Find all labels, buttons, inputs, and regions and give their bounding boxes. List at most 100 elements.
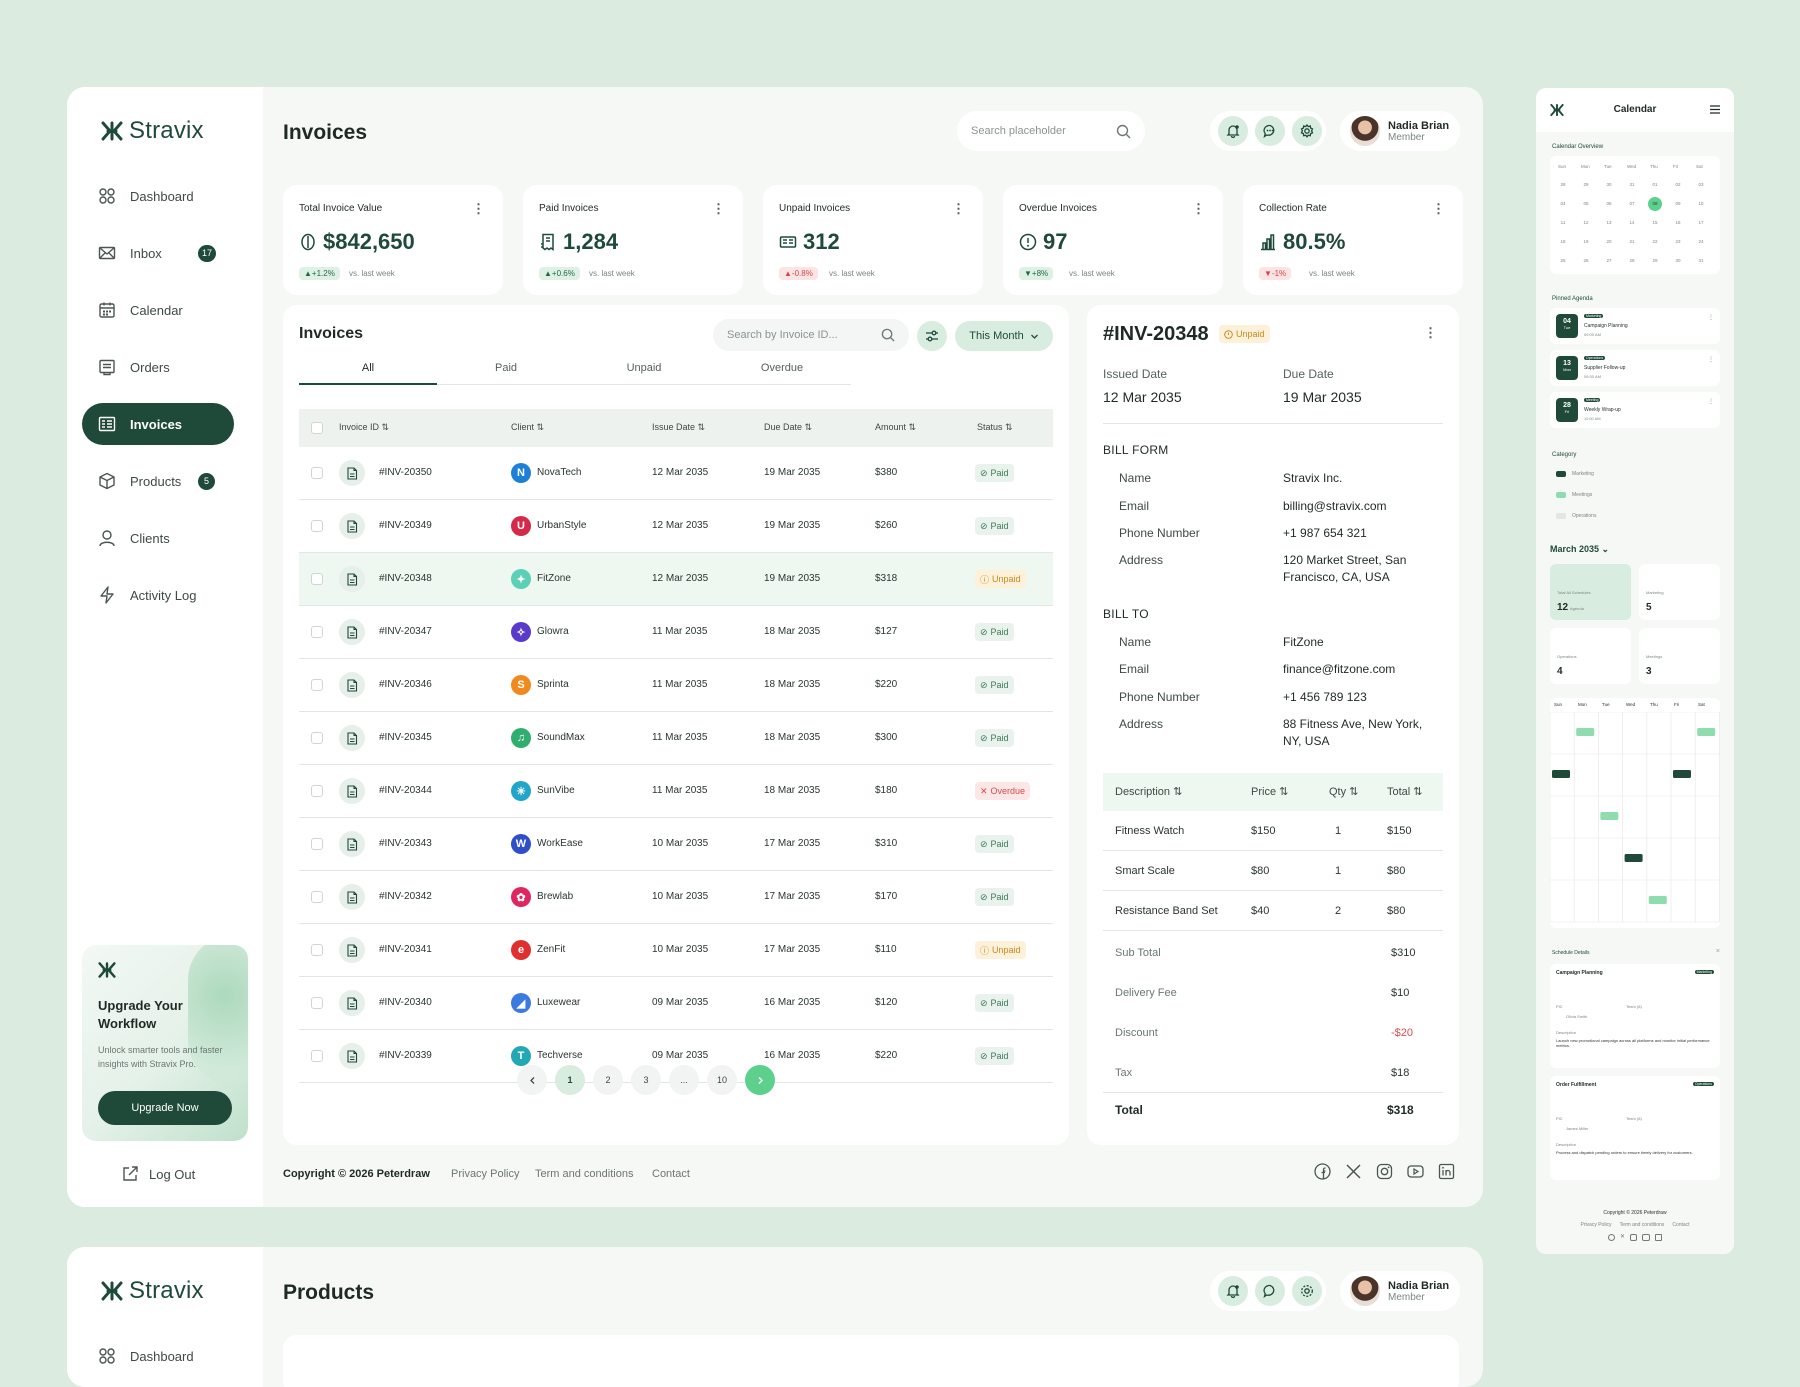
col-issue-date[interactable]: Issue Date ⇅ (652, 422, 705, 433)
tab-all[interactable]: All (299, 359, 437, 385)
day-cell[interactable]: 23 (1671, 235, 1685, 249)
footer-link-contact[interactable]: Contact (652, 1168, 690, 1180)
more-options-icon[interactable]: ⋮ (952, 201, 965, 217)
day-cell[interactable]: 15 (1648, 216, 1662, 230)
more-options-icon[interactable]: ⋮ (1424, 325, 1437, 341)
facebook-icon[interactable] (1314, 1163, 1331, 1180)
summary-tile[interactable]: Meetings 3 (1639, 628, 1720, 684)
x-twitter-icon[interactable]: ✕ (1620, 1234, 1625, 1241)
row-checkbox[interactable] (311, 1050, 323, 1062)
tab-paid[interactable]: Paid (437, 359, 575, 385)
day-cell[interactable]: 26 (1579, 254, 1593, 268)
day-cell[interactable]: 30 (1671, 254, 1685, 268)
table-row[interactable]: #INV-20349 U UrbanStyle 12 Mar 2035 19 Mar 2… (299, 500, 1053, 553)
user-profile-button[interactable]: Nadia Brian Member (1340, 111, 1460, 151)
mini-footer-link[interactable]: Term and conditions (1620, 1222, 1665, 1228)
instagram-icon[interactable] (1630, 1234, 1638, 1241)
page-button[interactable]: 2 (593, 1065, 623, 1095)
row-checkbox[interactable] (311, 467, 323, 479)
col-amount[interactable]: Amount ⇅ (875, 422, 916, 433)
sidebar-item-products[interactable]: Products 5 (82, 460, 234, 502)
day-cell[interactable]: 12 (1579, 216, 1593, 230)
day-cell[interactable]: 18 (1556, 235, 1570, 249)
sidebar-item-calendar[interactable]: Calendar (82, 289, 234, 331)
more-options-icon[interactable]: ⋮ (1708, 314, 1714, 321)
col-invoice-id[interactable]: Invoice ID ⇅ (339, 422, 389, 433)
day-cell[interactable]: 01 (1648, 178, 1662, 192)
table-row[interactable]: #INV-20346 S Sprinta 11 Mar 2035 18 Mar 2035… (299, 659, 1053, 712)
table-row[interactable]: #INV-20341 e ZenFit 10 Mar 2035 17 Mar 2035 $… (299, 924, 1053, 977)
schedule-card[interactable]: Order Fulfillment Operations PIC James Mill… (1550, 1076, 1720, 1180)
day-cell[interactable]: 25 (1556, 254, 1570, 268)
settings-button[interactable] (1292, 116, 1322, 146)
col-client[interactable]: Client ⇅ (511, 422, 544, 433)
table-row[interactable]: #INV-20343 W WorkEase 10 Mar 2035 17 Mar 203… (299, 818, 1053, 871)
tab-unpaid[interactable]: Unpaid (575, 359, 713, 385)
invoice-search-input[interactable]: Search by Invoice ID... (713, 319, 909, 351)
row-checkbox[interactable] (311, 838, 323, 850)
next-page-button[interactable] (745, 1065, 775, 1095)
more-options-icon[interactable]: ⋮ (712, 201, 725, 217)
select-all-checkbox[interactable] (311, 422, 323, 434)
category-label[interactable]: Marketing (1572, 471, 1594, 477)
footer-link-terms[interactable]: Term and conditions (535, 1168, 633, 1180)
linkedin-icon[interactable] (1655, 1234, 1663, 1241)
logout-button[interactable]: Log Out (121, 1165, 195, 1183)
day-cell[interactable]: 13 (1602, 216, 1616, 230)
agenda-item[interactable]: 13 Mon Operations Supplier Follow-up 09:30 A… (1550, 350, 1720, 386)
day-cell[interactable]: 09 (1671, 197, 1685, 211)
user-profile-button[interactable]: Nadia Brian Member (1340, 1271, 1460, 1311)
period-select[interactable]: This Month (955, 321, 1053, 351)
row-checkbox[interactable] (311, 732, 323, 744)
day-cell[interactable]: 22 (1648, 235, 1662, 249)
day-cell[interactable]: 24 (1694, 235, 1708, 249)
more-options-icon[interactable]: ⋮ (472, 201, 485, 217)
facebook-icon[interactable] (1607, 1234, 1615, 1241)
day-cell[interactable]: 06 (1602, 197, 1616, 211)
day-cell[interactable]: 10 (1694, 197, 1708, 211)
row-checkbox[interactable] (311, 891, 323, 903)
category-label[interactable]: Operations (1572, 513, 1596, 519)
table-row[interactable]: #INV-20342 ✿ Brewlab 10 Mar 2035 17 Mar 2035… (299, 871, 1053, 924)
day-cell[interactable]: 30 (1602, 178, 1616, 192)
day-cell[interactable]: 07 (1625, 197, 1639, 211)
row-checkbox[interactable] (311, 944, 323, 956)
day-cell[interactable]: 28 (1556, 178, 1570, 192)
page-button[interactable]: 3 (631, 1065, 661, 1095)
col-total[interactable]: Total ⇅ (1387, 785, 1423, 798)
table-row[interactable]: #INV-20340 ◢ Luxewear 09 Mar 2035 16 Mar 203… (299, 977, 1053, 1030)
mini-footer-link[interactable]: Privacy Policy (1580, 1222, 1611, 1228)
more-options-icon[interactable]: ⋮ (1432, 201, 1445, 217)
row-checkbox[interactable] (311, 997, 323, 1009)
col-due-date[interactable]: Due Date ⇅ (764, 422, 812, 433)
row-checkbox[interactable] (311, 573, 323, 585)
col-price[interactable]: Price ⇅ (1251, 785, 1288, 798)
table-row[interactable]: #INV-20345 ♫ SoundMax 11 Mar 2035 18 Mar 203… (299, 712, 1053, 765)
row-checkbox[interactable] (311, 520, 323, 532)
mini-month-select[interactable]: March 2035 ⌄ (1550, 544, 1609, 555)
day-cell[interactable]: 27 (1602, 254, 1616, 268)
col-qty[interactable]: Qty ⇅ (1329, 785, 1358, 798)
day-cell[interactable]: 17 (1694, 216, 1708, 230)
agenda-item[interactable]: 28 Fri Meeting Weekly Wrap-up 11:00 AM ⋮ (1550, 392, 1720, 428)
youtube-icon[interactable] (1642, 1234, 1651, 1241)
table-row[interactable]: #INV-20347 ✧ Glowra 11 Mar 2035 18 Mar 2035 $… (299, 606, 1053, 659)
page-button[interactable]: 1 (555, 1065, 585, 1095)
category-label[interactable]: Meetings (1572, 492, 1592, 498)
upgrade-now-button[interactable]: Upgrade Now (98, 1091, 232, 1125)
more-options-icon[interactable]: ⋮ (1708, 356, 1714, 363)
prev-page-button[interactable] (517, 1065, 547, 1095)
day-cell[interactable]: 20 (1602, 235, 1616, 249)
more-options-icon[interactable]: ⋮ (1708, 398, 1714, 405)
row-checkbox[interactable] (311, 785, 323, 797)
summary-tile[interactable]: Marketing 5 (1639, 564, 1720, 620)
settings-button[interactable] (1292, 1276, 1322, 1306)
messages-button[interactable] (1255, 1276, 1285, 1306)
day-cell[interactable]: 31 (1625, 178, 1639, 192)
sidebar-item-dashboard[interactable]: Dashboard (82, 175, 234, 217)
sidebar-item-orders[interactable]: Orders (82, 346, 234, 388)
day-cell[interactable]: 31 (1694, 254, 1708, 268)
day-cell[interactable]: 14 (1625, 216, 1639, 230)
close-icon[interactable]: × (1716, 948, 1720, 955)
schedule-card[interactable]: Campaign Planning Marketing PIC Olivia Smit… (1550, 964, 1720, 1068)
